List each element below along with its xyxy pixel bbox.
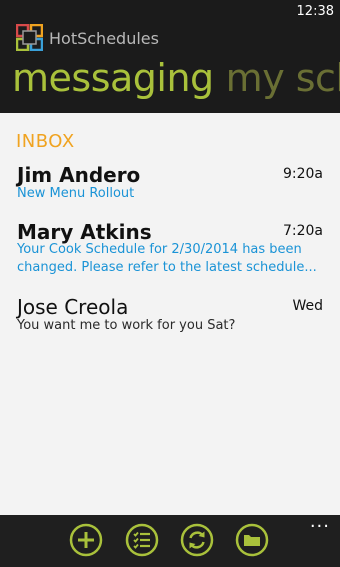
message-time: 9:20a bbox=[282, 166, 323, 182]
hotschedules-logo-icon bbox=[16, 24, 43, 51]
app-header: 12:38 HotSchedules messaging my schedule bbox=[0, 0, 340, 113]
message-item[interactable]: Jim Andero 9:20a New Menu Rollout bbox=[0, 163, 340, 207]
message-preview: You want me to work for you Sat? bbox=[17, 318, 236, 333]
app-name: HotSchedules bbox=[49, 29, 159, 48]
checklist-icon[interactable] bbox=[125, 523, 159, 557]
message-preview: New Menu Rollout bbox=[17, 186, 135, 201]
message-item[interactable]: Mary Atkins 7:20a Your Cook Schedule for… bbox=[0, 220, 340, 282]
message-time: Wed bbox=[292, 298, 323, 314]
message-preview: Your Cook Schedule for 2/30/2014 has bee… bbox=[17, 242, 317, 275]
message-sender: Jim Andero bbox=[17, 163, 141, 187]
pivot-header: messaging my schedule bbox=[12, 53, 340, 103]
message-sender: Jose Creola bbox=[17, 295, 129, 319]
pivot-item-messaging[interactable]: messaging bbox=[12, 56, 214, 100]
app-bar: ... bbox=[0, 513, 340, 567]
pivot-item-my-schedule[interactable]: my schedule bbox=[226, 56, 340, 100]
message-time: 7:20a bbox=[282, 223, 323, 239]
status-time: 12:38 bbox=[296, 4, 334, 19]
inbox-heading: INBOX bbox=[16, 131, 75, 152]
more-icon[interactable]: ... bbox=[310, 513, 330, 531]
folder-icon[interactable] bbox=[235, 523, 269, 557]
message-item[interactable]: Jose Creola Wed You want me to work for … bbox=[0, 295, 340, 339]
add-icon[interactable] bbox=[69, 523, 103, 557]
sync-icon[interactable] bbox=[180, 523, 214, 557]
